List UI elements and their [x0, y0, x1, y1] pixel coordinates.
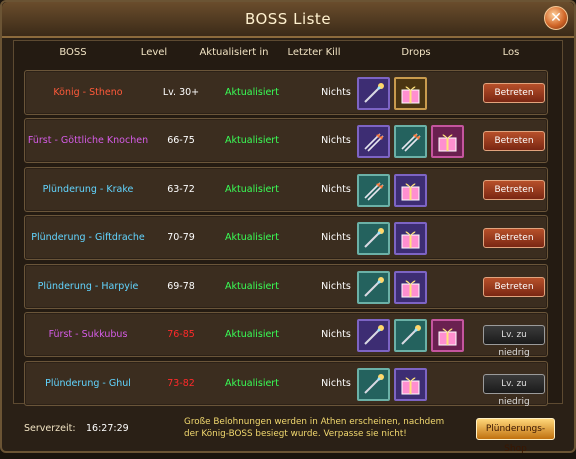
enter-button[interactable]: Betreten	[483, 83, 545, 103]
level-too-low-button[interactable]: Lv. zu niedrig	[483, 374, 545, 407]
boss-row: Plünderung - Krake 63-72 Aktualisiert Nicht…	[24, 167, 548, 212]
boss-row: Plünderung - Harpyie 69-78 Aktualisiert Nic…	[24, 264, 548, 309]
server-time-value: 16:27:29	[86, 423, 129, 434]
updated-status: Aktualisiert	[225, 328, 279, 340]
header-last-kill: Letzter Kill	[287, 47, 341, 58]
drop-item[interactable]	[394, 319, 427, 352]
updated-status: Aktualisiert	[225, 134, 279, 146]
drop-item[interactable]	[357, 125, 390, 158]
boss-level: 66-75	[167, 134, 195, 146]
header-level: Level	[140, 47, 168, 58]
boss-name: König - Stheno	[53, 86, 123, 98]
table-header: BOSS Level Aktualisiert in Letzter Kill …	[0, 47, 576, 63]
boss-level: Lv. 30+	[162, 86, 200, 98]
plunder-shop-button[interactable]: Plünderungs-Shop	[476, 418, 555, 454]
drops-list	[357, 319, 464, 352]
updated-status: Aktualisiert	[225, 231, 279, 243]
boss-row: Plünderung - Giftdrache 70-79 Aktualisiert…	[24, 215, 548, 260]
drop-item[interactable]	[357, 174, 390, 207]
drop-item[interactable]	[394, 271, 427, 304]
drop-item[interactable]	[431, 125, 464, 158]
drop-item[interactable]	[394, 77, 427, 110]
drop-item[interactable]	[394, 174, 427, 207]
boss-level: 63-72	[167, 183, 195, 195]
updated-status: Aktualisiert	[225, 280, 279, 292]
boss-name: Fürst - Sukkubus	[48, 328, 128, 340]
boss-name: Plünderung - Ghul	[45, 377, 131, 389]
reward-notice: Große Belohnungen werden in Athen ersche…	[184, 417, 445, 439]
level-too-low-button[interactable]: Lv. zu niedrig	[483, 325, 545, 358]
enter-button[interactable]: Betreten	[483, 180, 545, 200]
enter-button[interactable]: Betreten	[483, 228, 545, 248]
boss-name: Plünderung - Krake	[42, 183, 134, 195]
updated-status: Aktualisiert	[225, 377, 279, 389]
boss-name: Plünderung - Giftdrache	[31, 231, 145, 243]
header-drops: Drops	[401, 47, 431, 58]
enter-button[interactable]: Betreten	[483, 277, 545, 297]
boss-row: Fürst - Sukkubus 76-85 Aktualisiert Nichts L…	[24, 312, 548, 358]
drop-item[interactable]	[394, 125, 427, 158]
drops-list	[357, 174, 427, 207]
enter-button[interactable]: Betreten	[483, 131, 545, 151]
boss-row: Fürst - Göttliche Knochen 66-75 Aktualisie…	[24, 118, 548, 163]
boss-level: 76-85	[167, 328, 195, 340]
drop-item[interactable]	[357, 271, 390, 304]
close-icon: ✕	[550, 10, 562, 26]
drops-list	[357, 271, 427, 304]
header-boss: BOSS	[59, 47, 87, 58]
header-updated: Aktualisiert in	[199, 47, 269, 58]
updated-status: Aktualisiert	[225, 86, 279, 98]
drop-item[interactable]	[357, 368, 390, 401]
drop-item[interactable]	[357, 319, 390, 352]
window-title: BOSS Liste	[244, 10, 332, 28]
boss-level: 70-79	[167, 231, 195, 243]
drops-list	[357, 77, 427, 110]
boss-level: 73-82	[167, 377, 195, 389]
title-bar: BOSS Liste ✕	[2, 2, 574, 38]
drops-list	[357, 222, 427, 255]
boss-level: 69-78	[167, 280, 195, 292]
drop-item[interactable]	[394, 368, 427, 401]
drop-item[interactable]	[357, 222, 390, 255]
close-button[interactable]: ✕	[544, 6, 568, 30]
boss-row: König - Stheno Lv. 30+ Aktualisiert Nichts B…	[24, 70, 548, 115]
drops-list	[357, 125, 464, 158]
header-action: Los	[502, 47, 520, 58]
updated-status: Aktualisiert	[225, 183, 279, 195]
server-time-label: Serverzeit:	[24, 423, 76, 434]
boss-name: Plünderung - Harpyie	[37, 280, 139, 292]
drop-item[interactable]	[431, 319, 464, 352]
drop-item[interactable]	[394, 222, 427, 255]
drops-list	[357, 368, 427, 401]
drop-item[interactable]	[357, 77, 390, 110]
boss-row: Plünderung - Ghul 73-82 Aktualisiert Nichts…	[24, 361, 548, 407]
boss-name: Fürst - Göttliche Knochen	[27, 134, 149, 146]
